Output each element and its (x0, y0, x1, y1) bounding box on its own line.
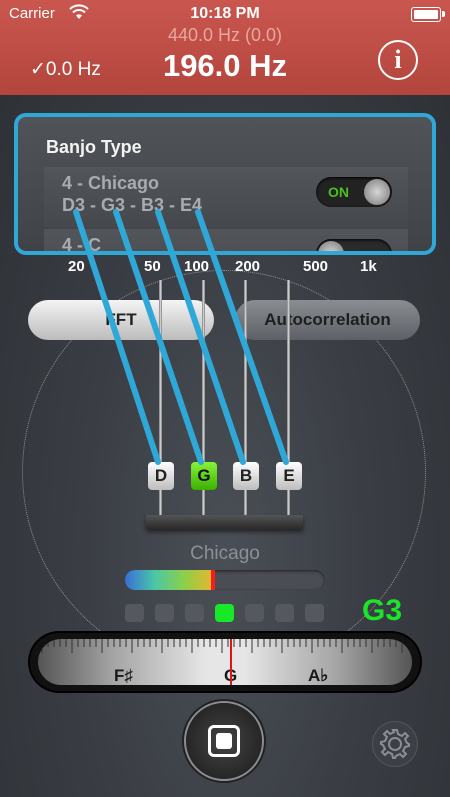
callout-line-d (73, 209, 161, 465)
callout-line-b (155, 209, 246, 465)
callout-line-g (113, 209, 204, 465)
callout-line-e (195, 209, 289, 465)
callout-lines (73, 209, 289, 465)
